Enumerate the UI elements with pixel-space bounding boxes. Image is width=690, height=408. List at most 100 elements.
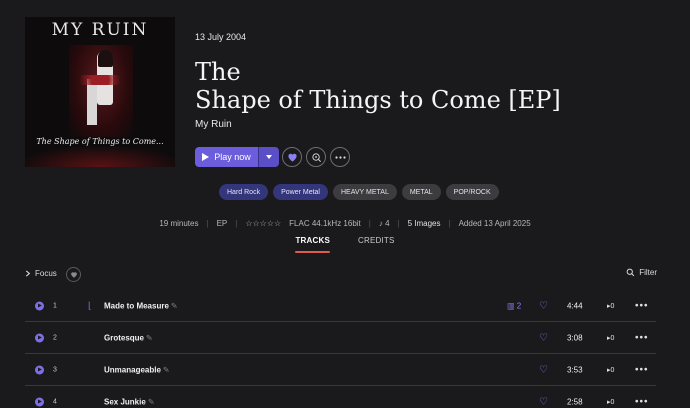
track-title-text: Sex Junkie	[104, 397, 146, 406]
track-more-icon[interactable]: •••	[635, 332, 649, 343]
track-versions[interactable]: ▥ 2	[507, 301, 521, 310]
album-meta: 19 minutes | EP | ☆☆☆☆☆ FLAC 44.1kHz 16b…	[0, 219, 690, 228]
track-duration: 3:53	[567, 365, 583, 374]
album-cover[interactable]: MY RUIN The Shape of Things to Come...	[25, 17, 175, 167]
track-list: 1 ⌊ Made to Measure ✎ ▥ 2 ♡ 4:44 ▸0 ••• 2…	[25, 290, 656, 408]
meta-images-link[interactable]: 5 Images	[408, 219, 441, 228]
tag-list: Hard Rock Power Metal HEAVY METAL METAL …	[219, 184, 499, 200]
track-title[interactable]: Made to Measure ✎	[104, 301, 178, 310]
album-title-line-2: Shape of Things to Come [EP]	[195, 86, 561, 114]
track-number: 3	[53, 366, 57, 373]
more-options-button[interactable]	[330, 147, 350, 167]
track-plays-value: 0	[610, 398, 615, 406]
chevron-down-icon	[266, 155, 272, 159]
track-title-text: Unmanageable	[104, 365, 161, 374]
track-row[interactable]: 1 ⌊ Made to Measure ✎ ▥ 2 ♡ 4:44 ▸0 •••	[25, 290, 656, 322]
track-play-count: ▸0	[607, 334, 614, 342]
cover-band-logo: MY RUIN	[51, 20, 149, 40]
meta-duration: 19 minutes	[159, 219, 199, 228]
cover-petals	[71, 75, 129, 85]
favorites-filter-button[interactable]	[66, 267, 81, 282]
meta-added: Added 13 April 2025	[458, 219, 531, 228]
track-play-button[interactable]	[35, 301, 44, 310]
filter-label: Filter	[639, 268, 657, 277]
track-title-text: Grotesque	[104, 333, 145, 342]
cover-figure-hair	[98, 50, 113, 67]
meta-type: EP	[216, 219, 228, 228]
track-number: 1	[53, 302, 57, 309]
meta-separator: |	[397, 219, 400, 228]
meta-format: FLAC 44.1kHz 16bit	[289, 219, 361, 228]
edit-icon[interactable]: ✎	[146, 333, 153, 342]
track-play-count: ▸0	[607, 366, 614, 374]
play-options-dropdown[interactable]	[258, 147, 279, 167]
tag-hard-rock[interactable]: Hard Rock	[219, 184, 269, 200]
track-plays-value: 0	[610, 334, 615, 342]
library-icon: ▥	[507, 301, 515, 310]
favorite-button[interactable]	[282, 147, 302, 167]
heart-icon	[287, 153, 297, 162]
album-title: The Shape of Things to Come [EP]	[195, 58, 561, 114]
cover-pillar	[87, 79, 97, 125]
radio-icon	[311, 152, 321, 162]
meta-bpm: ♪ 4	[378, 219, 390, 228]
more-icon	[334, 155, 346, 159]
track-row[interactable]: 3 Unmanageable ✎ ♡ 3:53 ▸0 •••	[25, 354, 656, 386]
play-icon	[38, 335, 42, 340]
track-play-count: ▸0	[607, 302, 614, 310]
track-title[interactable]: Sex Junkie ✎	[104, 397, 155, 406]
tag-heavy-metal[interactable]: HEAVY METAL	[332, 184, 397, 200]
track-title[interactable]: Grotesque ✎	[104, 333, 153, 342]
track-plays-value: 0	[610, 302, 615, 310]
track-play-button[interactable]	[35, 397, 44, 406]
filter-button[interactable]: Filter	[626, 268, 657, 277]
chevron-right-icon	[25, 270, 31, 277]
track-versions-count: 2	[516, 301, 522, 310]
meta-separator: |	[235, 219, 238, 228]
track-play-count: ▸0	[607, 398, 614, 406]
track-plays-value: 0	[610, 366, 615, 374]
tab-credits[interactable]: CREDITS	[358, 236, 395, 253]
track-title[interactable]: Unmanageable ✎	[104, 365, 170, 374]
track-duration: 4:44	[567, 301, 583, 310]
play-icon	[202, 153, 210, 161]
edit-icon[interactable]: ✎	[163, 365, 170, 374]
radio-button[interactable]	[306, 147, 326, 167]
heart-icon[interactable]: ♡	[539, 396, 548, 407]
artist-link[interactable]: My Ruin	[195, 119, 232, 130]
edit-icon[interactable]: ✎	[148, 397, 155, 406]
track-play-button[interactable]	[35, 333, 44, 342]
edit-icon[interactable]: ✎	[171, 301, 178, 310]
heart-icon[interactable]: ♡	[539, 300, 548, 311]
play-icon	[38, 399, 42, 404]
track-more-icon[interactable]: •••	[635, 300, 649, 311]
tag-power-metal[interactable]: Power Metal	[273, 184, 328, 200]
tab-tracks[interactable]: TRACKS	[295, 236, 330, 253]
play-now-button[interactable]: Play now	[195, 147, 258, 167]
rating-stars[interactable]: ☆☆☆☆☆	[245, 219, 281, 228]
track-group-bracket-icon: ⌊	[88, 300, 92, 310]
release-date: 13 July 2004	[195, 32, 247, 42]
track-title-text: Made to Measure	[104, 301, 169, 310]
tag-metal[interactable]: METAL	[401, 184, 441, 200]
cover-subtitle: The Shape of Things to Come...	[36, 137, 164, 146]
track-row[interactable]: 2 Grotesque ✎ ♡ 3:08 ▸0 •••	[25, 322, 656, 354]
heart-icon	[70, 272, 77, 278]
track-more-icon[interactable]: •••	[635, 364, 649, 375]
track-row[interactable]: 4 Sex Junkie ✎ ♡ 2:58 ▸0 •••	[25, 386, 656, 408]
play-split-button: Play now	[195, 147, 279, 167]
heart-icon[interactable]: ♡	[539, 332, 548, 343]
track-play-button[interactable]	[35, 365, 44, 374]
album-title-line-1: The	[195, 58, 241, 86]
track-number: 4	[53, 398, 57, 405]
play-icon	[38, 367, 42, 372]
play-icon	[38, 303, 42, 308]
tag-pop-rock[interactable]: POP/ROCK	[445, 184, 499, 200]
track-number: 2	[53, 334, 57, 341]
heart-icon[interactable]: ♡	[539, 364, 548, 375]
search-icon	[626, 268, 635, 277]
track-duration: 3:08	[567, 333, 583, 342]
track-more-icon[interactable]: •••	[635, 396, 649, 407]
focus-toggle[interactable]: Focus	[25, 269, 57, 278]
meta-separator: |	[368, 219, 371, 228]
